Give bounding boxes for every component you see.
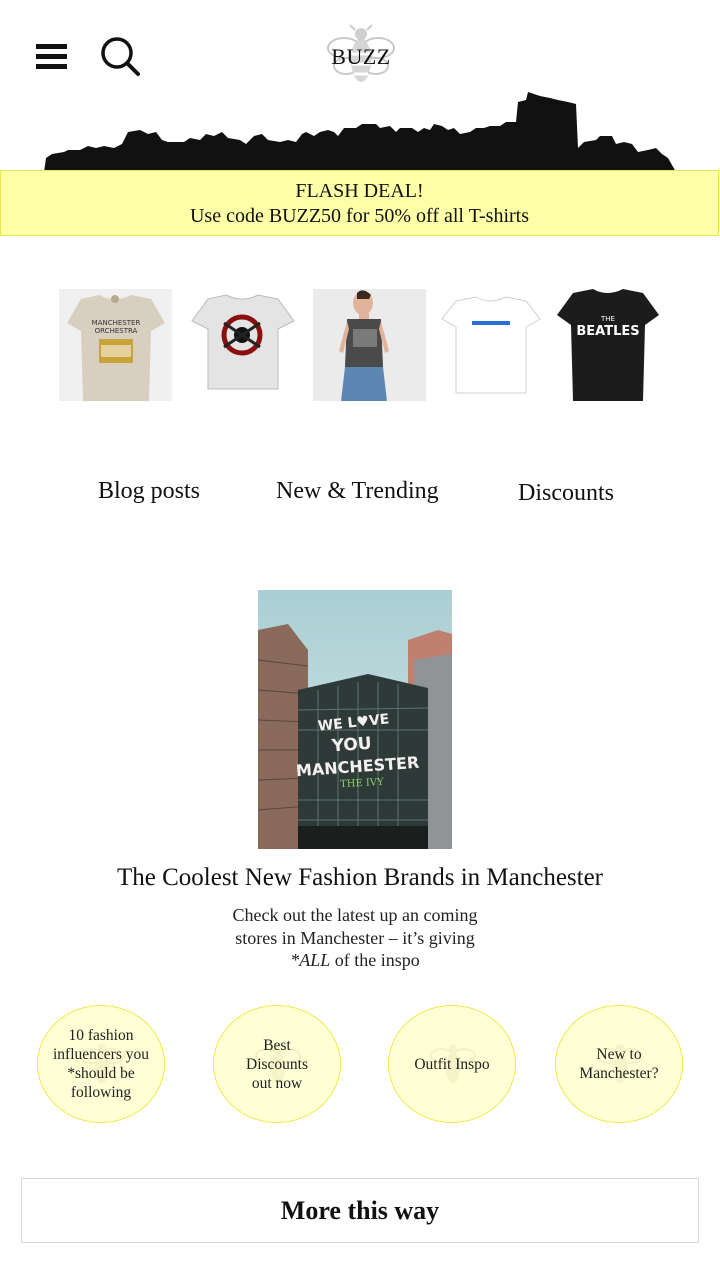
bubble-label: 10 fashion influencers you *should be fo…	[53, 1027, 149, 1101]
bubble-label: Best Discounts out now	[246, 1036, 308, 1092]
article-excerpt-emphasis: *ALL	[290, 950, 331, 970]
logo-text: BUZZ	[331, 44, 391, 69]
buzz-logo[interactable]: BUZZ	[322, 24, 400, 88]
article-excerpt-line2: stores in Manchester – it’s giving	[235, 927, 475, 948]
product-thumbnail-grey-tank[interactable]	[313, 289, 426, 401]
article-excerpt: Check out the latest up an coming stores…	[190, 904, 520, 972]
svg-text:BEATLES: BEATLES	[576, 324, 639, 339]
nav-new-trending[interactable]: New & Trending	[276, 478, 439, 505]
flash-deal-banner[interactable]: FLASH DEAL! Use code BUZZ50 for 50% off …	[0, 170, 719, 236]
product-thumbnail-white-tee[interactable]	[434, 289, 547, 401]
article-excerpt-line3-rest: of the inspo	[330, 950, 420, 970]
article-excerpt-line3: *ALL of the inspo	[190, 949, 520, 972]
svg-text:YOU: YOU	[330, 734, 372, 757]
svg-text:ORCHESTRA: ORCHESTRA	[95, 327, 138, 335]
bubble-best-discounts[interactable]: Best Discounts out now	[213, 1005, 341, 1123]
flash-deal-title: FLASH DEAL!	[295, 180, 424, 202]
nav-discounts[interactable]: Discounts	[518, 480, 614, 507]
product-thumbnail-beatles-tee[interactable]: THE BEATLES	[551, 289, 664, 401]
search-icon[interactable]	[100, 36, 142, 78]
product-thumbnail-manchester-orchestra[interactable]: MANCHESTER ORCHESTRA	[59, 289, 172, 401]
hamburger-menu-icon[interactable]	[36, 44, 67, 70]
bubble-label: New to Manchester?	[579, 1046, 659, 1082]
nav-blog-posts[interactable]: Blog posts	[98, 478, 200, 505]
flash-deal-message: Use code BUZZ50 for 50% off all T-shirts	[189, 205, 530, 227]
article-excerpt-line1: Check out the latest up an coming	[232, 905, 478, 925]
bubble-outfit-inspo[interactable]: Outfit Inspo	[388, 1005, 516, 1123]
more-this-way-button[interactable]: More this way	[21, 1178, 699, 1243]
product-thumbnail-biohazard-tee[interactable]	[186, 289, 299, 401]
article-hero-image[interactable]: WE L♥VE YOU MANCHESTER THE IVY	[258, 590, 452, 849]
article-title[interactable]: The Coolest New Fashion Brands in Manche…	[0, 864, 720, 892]
svg-text:MANCHESTER: MANCHESTER	[92, 319, 141, 327]
svg-text:THE IVY: THE IVY	[340, 777, 385, 790]
city-skyline-graphic	[44, 92, 676, 172]
bubble-new-to-manchester[interactable]: New to Manchester?	[555, 1005, 683, 1123]
bubble-label: Outfit Inspo	[414, 1055, 490, 1073]
svg-text:THE: THE	[600, 315, 615, 323]
bubble-fashion-influencers[interactable]: 10 fashion influencers you *should be fo…	[37, 1005, 165, 1123]
